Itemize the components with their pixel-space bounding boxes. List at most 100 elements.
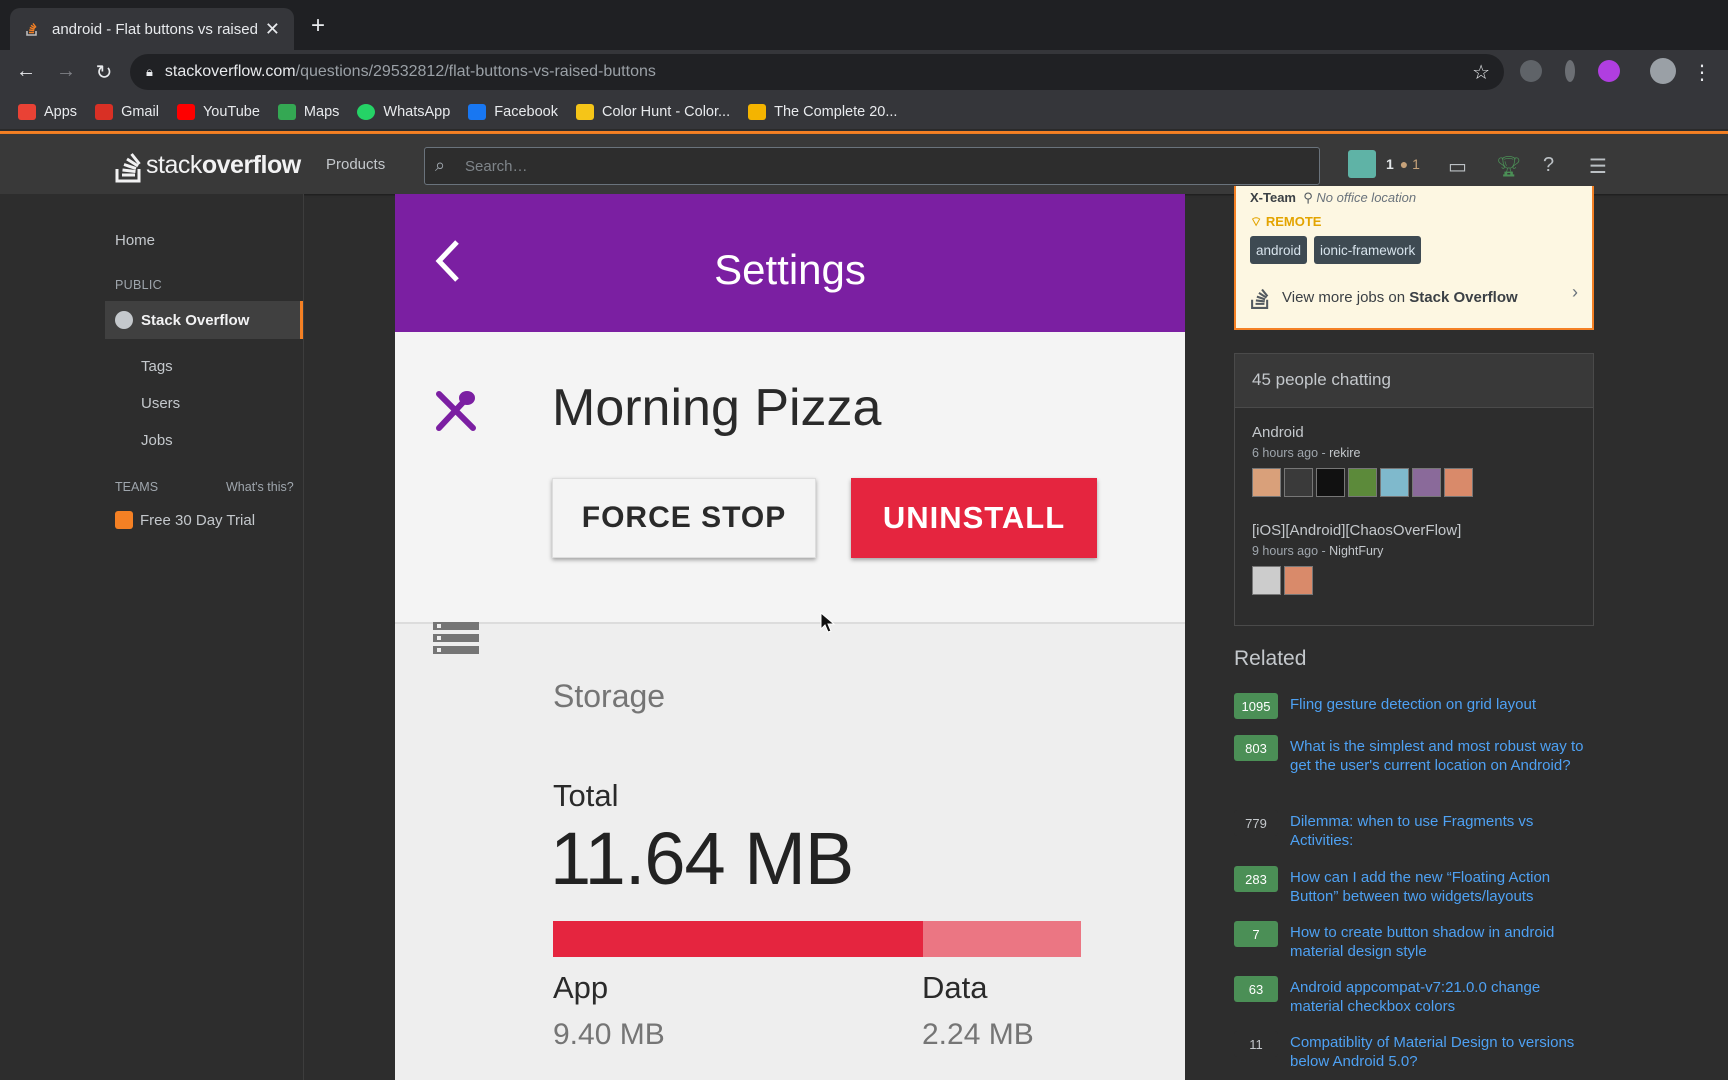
avatar[interactable] (1284, 468, 1313, 497)
related-question-link[interactable]: Dilemma: when to use Fragments vs Activi… (1290, 812, 1594, 850)
remote-label: ⌔ REMOTE (1250, 214, 1322, 229)
nav-home[interactable]: Home (115, 232, 155, 249)
vote-count-badge: 63 (1234, 976, 1278, 1002)
bookmark-gmail[interactable]: Gmail (95, 103, 159, 120)
stackoverflow-favicon-icon (26, 22, 37, 36)
extension-headphones-icon[interactable] (1598, 60, 1620, 82)
app-size-value: 9.40 MB (553, 1018, 665, 1051)
avatar[interactable] (1284, 566, 1313, 595)
reload-icon[interactable]: ↻ (92, 60, 116, 85)
chat-widget: 45 people chatting Android 6 hours ago -… (1234, 353, 1594, 626)
avatar[interactable] (1380, 468, 1409, 497)
user-avatar[interactable] (1348, 150, 1376, 178)
tag-android[interactable]: android (1250, 236, 1308, 264)
avatar[interactable] (1444, 468, 1473, 497)
so-logo[interactable]: stack overflow (114, 146, 301, 184)
so-header: stack overflow Products ⌕ Search… 1 ● 1 ▭ … (0, 134, 1728, 194)
avatar[interactable] (1316, 468, 1345, 497)
extension-dot-icon[interactable] (1565, 60, 1575, 82)
bookmark-apps[interactable]: Apps (18, 103, 77, 120)
nav-jobs[interactable]: Jobs (141, 432, 173, 449)
forward-arrow-icon[interactable]: → (54, 60, 78, 83)
bookmark-youtube[interactable]: YouTube (176, 103, 260, 120)
bookmarks-bar: Apps Gmail YouTube Maps WhatsApp Faceboo… (0, 94, 1728, 130)
location-pin-icon: ⚲ (1303, 190, 1313, 205)
tab-title: android - Flat buttons vs raised (52, 20, 257, 38)
vote-count-badge: 11 (1234, 1031, 1278, 1057)
site-switcher-icon[interactable]: ☰ (1589, 154, 1607, 179)
avatar[interactable] (1252, 468, 1281, 497)
avatar[interactable] (1412, 468, 1441, 497)
related-item: 283 How can I add the new “Floating Actio… (1234, 866, 1594, 906)
bookmark-facebook[interactable]: Facebook (468, 103, 558, 120)
whatsapp-icon (357, 103, 376, 120)
related-item: 7 How to create button shadow in android … (1234, 921, 1594, 961)
search-icon: ⌕ (435, 155, 446, 175)
related-question-link[interactable]: How can I add the new “Floating Action B… (1290, 868, 1594, 906)
chat-room-activity: 6 hours ago - rekire (1252, 446, 1361, 460)
search-input[interactable]: ⌕ Search… (424, 147, 1320, 185)
chat-room-name[interactable]: [iOS][Android][ChaosOverFlow] (1252, 522, 1461, 539)
avatar[interactable] (1252, 566, 1281, 595)
globe-icon (115, 311, 133, 329)
nav-stack-overflow[interactable]: Stack Overflow (105, 301, 303, 339)
extension-gear-icon[interactable] (1520, 60, 1542, 82)
related-question-link[interactable]: Compatiblity of Material Design to versi… (1290, 1033, 1594, 1071)
bookmark-maps[interactable]: Maps (277, 103, 339, 120)
tag-ionic-framework[interactable]: ionic-framework (1314, 236, 1422, 264)
inbox-icon[interactable]: ▭ (1448, 154, 1467, 179)
bookmark-colorhunt[interactable]: Color Hunt - Color... (575, 103, 730, 120)
related-question-link[interactable]: What is the simplest and most robust way… (1290, 737, 1594, 775)
vote-count-badge: 283 (1234, 866, 1278, 892)
nav-tags[interactable]: Tags (141, 358, 173, 375)
related-item: 11 Compatiblity of Material Design to ver… (1234, 1031, 1594, 1071)
related-item: 803 What is the simplest and most robust … (1234, 735, 1594, 775)
force-stop-button: FORCE STOP (552, 478, 816, 558)
facebook-icon (468, 103, 487, 120)
new-tab-button[interactable]: + (311, 14, 325, 38)
browser-tab[interactable]: android - Flat buttons vs raised ✕ (10, 8, 294, 50)
related-item: 779 Dilemma: when to use Fragments vs Act… (1234, 810, 1594, 850)
wifi-icon: ⌔ (1250, 214, 1263, 229)
chat-header[interactable]: 45 people chatting (1235, 354, 1593, 408)
chat-room-name[interactable]: Android (1252, 424, 1473, 441)
address-toolbar: ← → ↻ 🔒︎ stackoverflow.com /questions/29… (0, 50, 1728, 94)
profile-avatar[interactable] (1650, 58, 1676, 84)
colorhunt-icon (575, 103, 594, 120)
free-trial-link[interactable]: Free 30 Day Trial (115, 511, 255, 529)
related-item: 63 Android appcompat-v7:21.0.0 change mat… (1234, 976, 1594, 1016)
related-question-link[interactable]: Android appcompat-v7:21.0.0 change mater… (1290, 978, 1594, 1016)
url-bar[interactable]: 🔒︎ stackoverflow.com /questions/29532812… (130, 54, 1504, 90)
achievements-trophy-icon[interactable]: 🏆︎ (1496, 154, 1521, 179)
help-icon[interactable]: ? (1543, 154, 1554, 177)
view-more-jobs-link[interactable]: View more jobs on Stack Overflow (1250, 284, 1518, 310)
products-menu[interactable]: Products (326, 156, 385, 173)
kebab-menu-icon[interactable]: ⋮ (1690, 60, 1714, 85)
related-heading: Related (1234, 647, 1307, 670)
lock-icon: 🔒︎ (146, 64, 153, 79)
bookmark-whatsapp[interactable]: WhatsApp (357, 103, 450, 120)
nav-teams-heading: TEAMS (115, 480, 159, 494)
bookmark-course[interactable]: The Complete 20... (748, 103, 897, 120)
whats-this-link[interactable]: What's this? (226, 480, 294, 494)
gmail-icon (95, 103, 114, 120)
left-sidebar: Home PUBLIC Stack Overflow Tags Users Jo… (0, 194, 304, 1080)
tab-close-icon[interactable]: ✕ (265, 19, 280, 40)
uninstall-button: UNINSTALL (851, 478, 1097, 558)
related-question-link[interactable]: How to create button shadow in android m… (1290, 923, 1594, 961)
reputation[interactable]: 1 ● 1 (1386, 156, 1420, 172)
avatar[interactable] (1348, 468, 1377, 497)
vote-count-badge: 7 (1234, 921, 1278, 947)
back-arrow-icon[interactable]: ← (14, 60, 38, 83)
vote-count-badge: 803 (1234, 735, 1278, 761)
mouse-cursor-icon (820, 612, 836, 633)
nav-users[interactable]: Users (141, 395, 180, 412)
app-size-label: App (553, 970, 609, 1005)
chat-room[interactable]: Android 6 hours ago - rekire (1252, 424, 1473, 497)
chat-room-avatars (1252, 566, 1461, 595)
bookmark-star-icon[interactable]: ☆ (1472, 60, 1490, 85)
related-question-link[interactable]: Fling gesture detection on grid layout (1290, 695, 1536, 719)
url-path: /questions/29532812/flat-buttons-vs-rais… (295, 63, 656, 80)
related-item: 1095 Fling gesture detection on grid layo… (1234, 693, 1594, 719)
chat-room[interactable]: [iOS][Android][ChaosOverFlow] 9 hours ag… (1252, 522, 1461, 595)
